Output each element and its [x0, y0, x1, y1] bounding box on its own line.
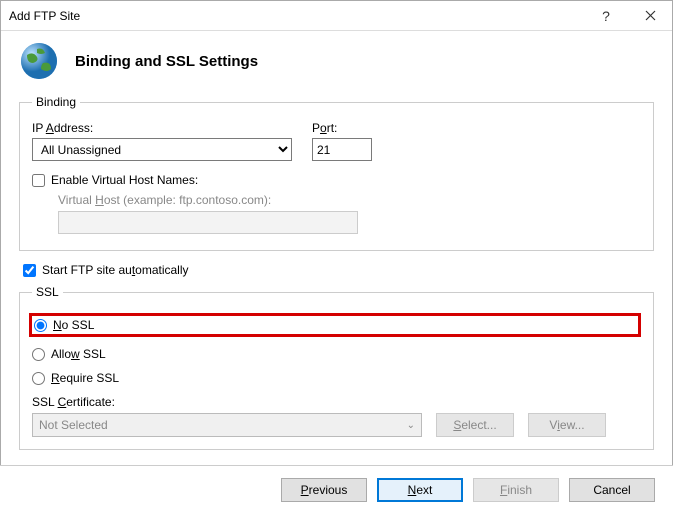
globe-icon [19, 41, 59, 81]
chevron-down-icon: ⌄ [407, 420, 415, 431]
allow-ssl-radio[interactable] [32, 348, 45, 361]
auto-start-label: Start FTP site automatically [42, 263, 189, 277]
window-title: Add FTP Site [9, 9, 584, 23]
previous-button[interactable]: Previous [281, 478, 367, 502]
require-ssl-radio[interactable] [32, 372, 45, 385]
close-button[interactable] [628, 1, 672, 31]
port-input[interactable] [312, 138, 372, 161]
page-title: Binding and SSL Settings [75, 53, 258, 70]
ssl-cert-select: Not Selected ⌄ [32, 413, 422, 437]
binding-group: Binding IP Address: All Unassigned Port:… [19, 95, 654, 251]
wizard-header: Binding and SSL Settings [1, 31, 672, 95]
no-ssl-label: No SSL [53, 318, 94, 332]
binding-legend: Binding [32, 95, 80, 109]
auto-start-checkbox[interactable] [23, 264, 36, 277]
require-ssl-label: Require SSL [51, 371, 119, 385]
help-button[interactable]: ? [584, 1, 628, 31]
ssl-select-button: Select... [436, 413, 514, 437]
ssl-legend: SSL [32, 285, 63, 299]
next-button[interactable]: Next [377, 478, 463, 502]
vhost-label: Virtual Host (example: ftp.contoso.com): [58, 193, 641, 207]
ssl-group: SSL No SSL Allow SSL Require SSL SSL Cer… [19, 285, 654, 450]
ssl-cert-label: SSL Certificate: [32, 395, 641, 409]
enable-vhost-label: Enable Virtual Host Names: [51, 173, 198, 187]
port-label: Port: [312, 121, 382, 135]
vhost-input [58, 211, 358, 234]
cancel-button[interactable]: Cancel [569, 478, 655, 502]
ip-address-label: IP Address: [32, 121, 292, 135]
allow-ssl-label: Allow SSL [51, 347, 106, 361]
enable-vhost-checkbox[interactable] [32, 174, 45, 187]
ssl-view-button: View... [528, 413, 606, 437]
wizard-footer: Previous Next Finish Cancel [0, 465, 673, 514]
finish-button: Finish [473, 478, 559, 502]
no-ssl-radio[interactable] [34, 319, 47, 332]
close-icon [645, 10, 656, 21]
titlebar: Add FTP Site ? [1, 1, 672, 31]
ssl-cert-value: Not Selected [39, 418, 108, 432]
ip-address-select[interactable]: All Unassigned [32, 138, 292, 161]
no-ssl-highlight: No SSL [29, 313, 641, 337]
